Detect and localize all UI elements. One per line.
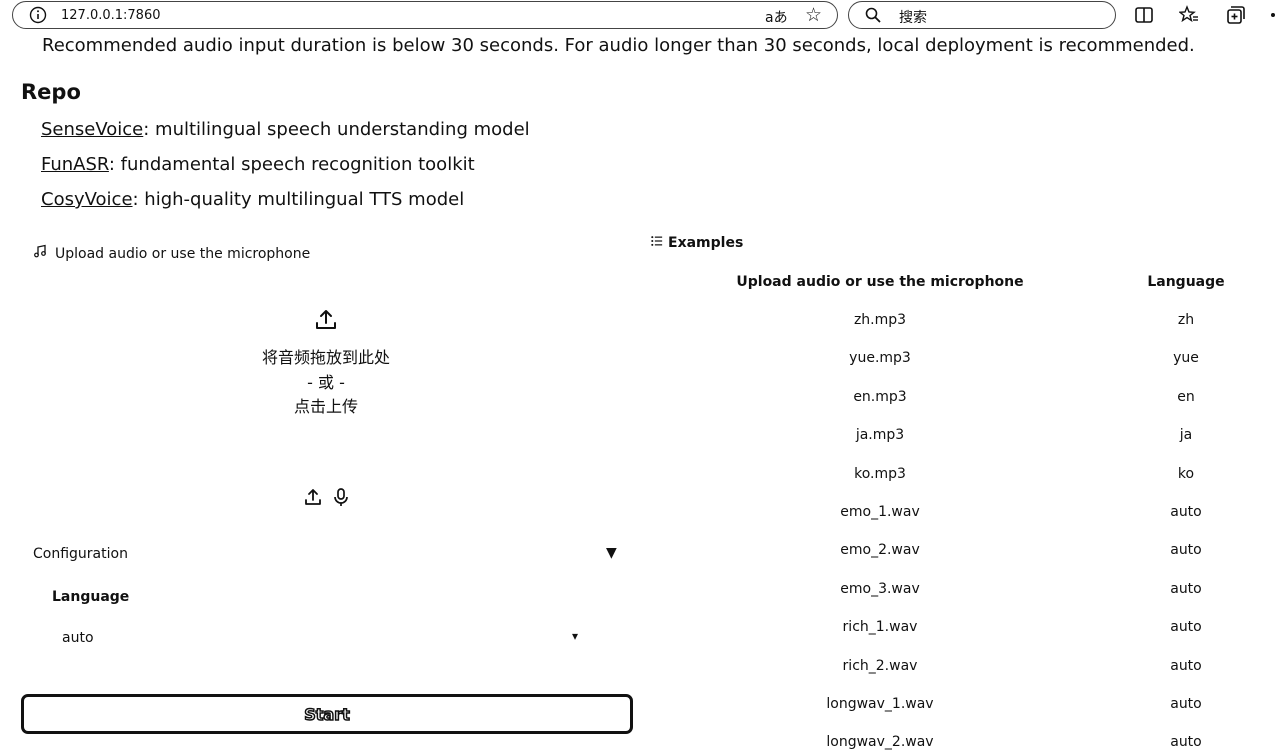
favorite-star-icon[interactable]: ☆ [805,4,822,26]
repo-heading: Repo [21,80,81,104]
more-icon[interactable] [1266,5,1280,25]
repo-item-funasr: FunASR: fundamental speech recognition t… [41,154,475,175]
collections-icon[interactable] [1225,5,1245,25]
example-language-cell[interactable]: zh [1100,312,1272,328]
search-icon [865,7,881,23]
example-file-cell[interactable]: rich_2.wav [720,658,1040,674]
example-language-cell[interactable]: ko [1100,466,1272,482]
microphone-icon[interactable] [331,487,351,507]
example-file-cell[interactable]: longwav_1.wav [720,696,1040,712]
audio-input-label: Upload audio or use the microphone [33,244,310,262]
list-icon [651,236,663,246]
example-file-cell[interactable]: emo_3.wav [720,581,1040,597]
example-language-cell[interactable]: ja [1100,427,1272,443]
repo-item-sensevoice: SenseVoice: multilingual speech understa… [41,119,530,140]
example-language-cell[interactable]: auto [1100,504,1272,520]
example-language-cell[interactable]: en [1100,389,1272,405]
example-file-cell[interactable]: ko.mp3 [720,466,1040,482]
repo-description: : high-quality multilingual TTS model [132,189,465,210]
example-language-cell[interactable]: yue [1100,350,1272,366]
language-label: Language [52,589,130,605]
repo-description: : fundamental speech recognition toolkit [108,154,475,175]
cosyvoice-link[interactable]: CosyVoice [41,189,133,210]
audio-dropzone[interactable]: 将音频拖放到此处 - 或 - 点击上传 [20,268,632,473]
address-bar[interactable]: 127.0.0.1:7860 aあ ☆ [12,1,838,29]
example-file-cell[interactable]: en.mp3 [720,389,1040,405]
browser-search-box[interactable]: 搜索 [848,1,1116,29]
example-language-cell[interactable]: auto [1100,581,1272,597]
example-file-cell[interactable]: ja.mp3 [720,427,1040,443]
examples-header-audio: Upload audio or use the microphone [736,274,1024,290]
browser-toolbar: 127.0.0.1:7860 aあ ☆ 搜索 [0,0,1280,34]
accordion-toggle-icon[interactable]: ▼ [606,545,617,561]
duration-notice: Recommended audio input duration is belo… [42,35,1195,56]
language-value: auto [62,630,94,646]
sensevoice-link[interactable]: SenseVoice [41,119,143,140]
example-file-cell[interactable]: zh.mp3 [720,312,1040,328]
split-screen-icon[interactable] [1134,5,1154,25]
repo-item-cosyvoice: CosyVoice: high-quality multilingual TTS… [41,189,464,210]
example-file-cell[interactable]: emo_1.wav [720,504,1040,520]
configuration-accordion[interactable]: Configuration [33,546,128,562]
example-file-cell[interactable]: yue.mp3 [720,350,1040,366]
url-text[interactable]: 127.0.0.1:7860 [61,8,161,23]
example-language-cell[interactable]: auto [1100,658,1272,674]
favorites-icon[interactable] [1179,5,1199,25]
examples-header-language: Language [1147,274,1225,290]
repo-description: : multilingual speech understanding mode… [143,119,530,140]
drop-instruction: 将音频拖放到此处 [261,348,390,367]
music-note-icon [34,244,46,258]
example-language-cell[interactable]: auto [1100,542,1272,558]
examples-title: Examples [668,235,744,251]
search-placeholder: 搜索 [899,10,927,26]
upload-icon [316,310,336,329]
start-button[interactable]: Start [21,694,633,734]
examples-heading: Examples [650,235,743,251]
upload-source-icon[interactable] [303,487,323,507]
source-selector [303,487,353,509]
info-icon[interactable] [29,6,47,24]
translate-icon[interactable]: aあ [765,7,788,27]
example-language-cell[interactable]: auto [1100,734,1272,750]
example-language-cell[interactable]: auto [1100,696,1272,712]
example-language-cell[interactable]: auto [1100,619,1272,635]
example-file-cell[interactable]: longwav_2.wav [720,734,1040,750]
language-dropdown[interactable]: auto ▾ [52,624,592,654]
chevron-down-icon: ▾ [572,629,579,643]
audio-input-label-text: Upload audio or use the microphone [55,246,311,262]
example-file-cell[interactable]: rich_1.wav [720,619,1040,635]
click-upload-text: 点击上传 [293,397,358,416]
example-file-cell[interactable]: emo_2.wav [720,542,1040,558]
funasr-link[interactable]: FunASR [41,154,109,175]
drop-or: - 或 - [307,373,345,392]
